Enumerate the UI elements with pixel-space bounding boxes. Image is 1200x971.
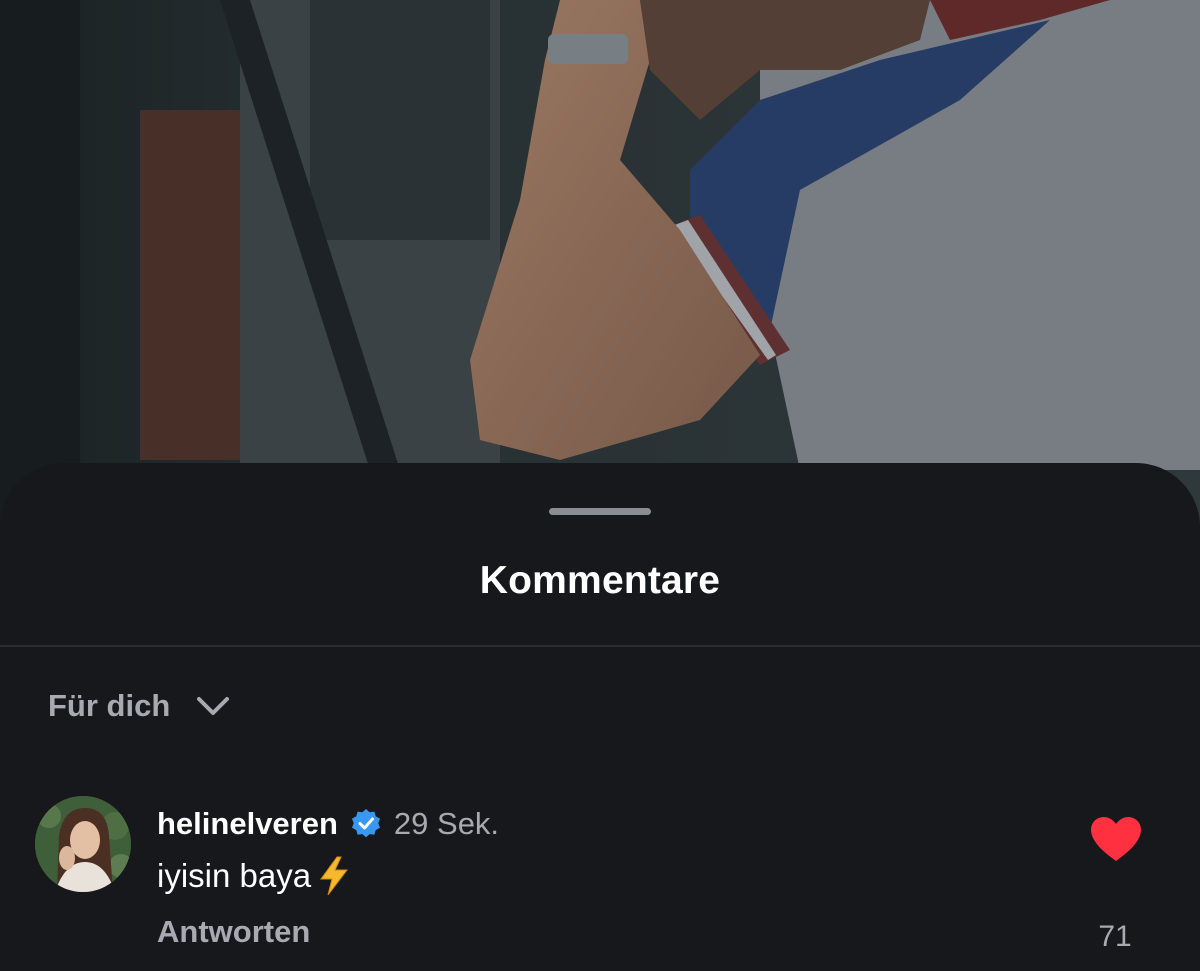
comment-text: iyisin baya	[157, 857, 312, 894]
chevron-down-icon	[196, 695, 230, 717]
verified-badge-icon	[350, 808, 382, 840]
comment-item: helinelveren 29 Sek. iyisin baya Antwort…	[0, 796, 1200, 971]
lightning-bolt-icon	[317, 856, 351, 896]
comments-sheet: Kommentare Für dich helinelveren 29 Sek.…	[0, 463, 1200, 971]
header-divider	[0, 645, 1200, 647]
comment-body: iyisin baya	[157, 854, 351, 898]
avatar[interactable]	[35, 796, 131, 892]
heart-icon	[1091, 817, 1141, 861]
app-screen: Kommentare Für dich helinelveren 29 Sek.…	[0, 0, 1200, 971]
comment-username[interactable]: helinelveren	[157, 806, 338, 842]
like-count: 71	[1098, 920, 1132, 953]
sheet-title: Kommentare	[479, 559, 721, 602]
comment-header: helinelveren 29 Sek.	[157, 804, 499, 844]
like-button[interactable]	[1088, 814, 1144, 864]
comment-timestamp: 29 Sek.	[393, 806, 500, 841]
comment-sort-dropdown[interactable]: Für dich	[48, 683, 230, 729]
comment-sort-label: Für dich	[48, 688, 171, 723]
reply-button[interactable]: Antworten	[157, 914, 310, 950]
sheet-drag-handle[interactable]	[549, 508, 651, 515]
